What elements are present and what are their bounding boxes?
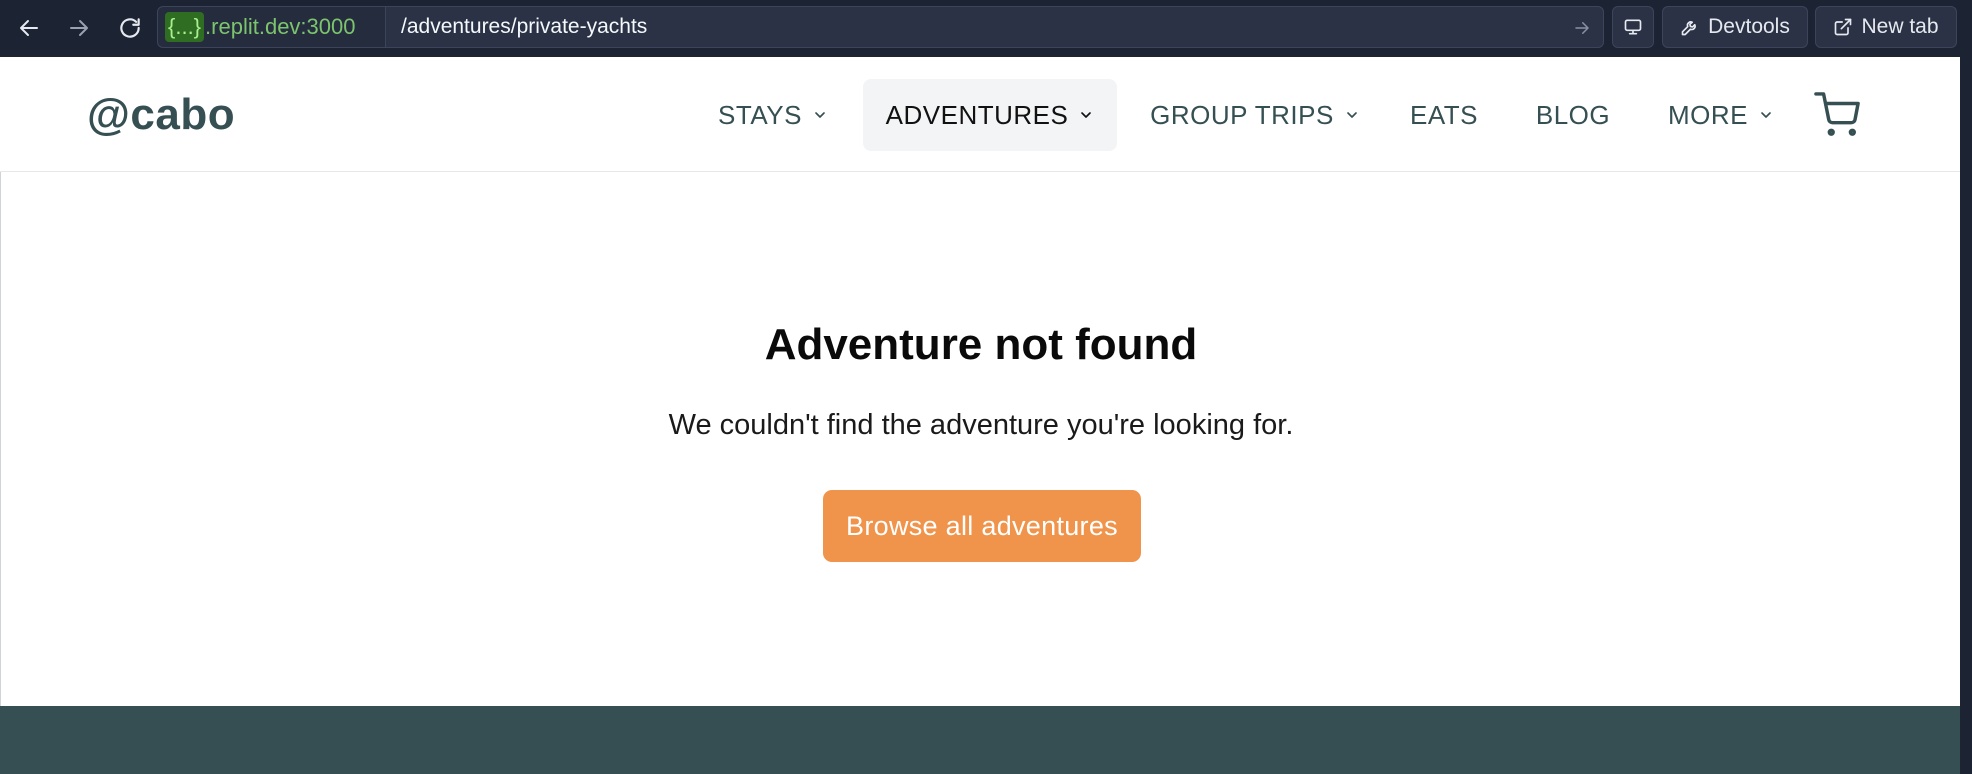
- site-logo[interactable]: @cabo: [87, 90, 235, 140]
- monitor-icon: [1624, 19, 1642, 35]
- page-title: Adventure not found: [764, 320, 1198, 369]
- back-button[interactable]: [9, 8, 49, 48]
- site-footer: [0, 706, 1960, 774]
- url-path[interactable]: /adventures/private-yachts: [401, 7, 647, 47]
- address-bar[interactable]: {...} .replit.dev:3000 /adventures/privat…: [157, 6, 1604, 48]
- forward-arrow-icon: [70, 20, 88, 36]
- nav-group-trips-label: GROUP TRIPS: [1150, 99, 1334, 130]
- nav-stays[interactable]: STAYS: [706, 79, 840, 151]
- nav-blog-label: BLOG: [1535, 99, 1611, 130]
- forward-button[interactable]: [59, 8, 99, 48]
- main-content: Adventure not found We couldn't find the…: [0, 172, 1960, 706]
- reload-icon: [120, 18, 140, 38]
- reload-button[interactable]: [110, 8, 150, 48]
- device-preview-button[interactable]: [1612, 6, 1654, 48]
- cart-button[interactable]: [1814, 92, 1862, 140]
- nav-more[interactable]: MORE: [1664, 79, 1778, 151]
- nav-stays-label: STAYS: [718, 99, 802, 130]
- not-found-message: We couldn't find the adventure you're lo…: [668, 409, 1294, 441]
- nav-eats[interactable]: EATS: [1400, 79, 1488, 151]
- site-header: @cabo STAYS ADVENTURES GROUP TRIPS EATS …: [0, 57, 1960, 172]
- external-link-icon: [1835, 18, 1852, 36]
- new-tab-button[interactable]: New tab: [1815, 6, 1957, 48]
- back-arrow-icon: [20, 20, 38, 36]
- nav-group-trips[interactable]: GROUP TRIPS: [1138, 79, 1372, 151]
- window-edge: [1960, 57, 1972, 774]
- browser-toolbar: {...} .replit.dev:3000 /adventures/privat…: [0, 0, 1972, 57]
- nav-adventures-label: ADVENTURES: [885, 99, 1069, 130]
- shopping-cart-icon: [1814, 92, 1860, 136]
- chevron-down-icon: [1758, 107, 1774, 123]
- nav-adventures[interactable]: ADVENTURES: [863, 79, 1117, 151]
- devtools-label: Devtools: [1708, 15, 1790, 38]
- devtools-button[interactable]: Devtools: [1662, 6, 1808, 48]
- wrench-icon: [1681, 21, 1697, 36]
- nav-blog[interactable]: BLOG: [1530, 79, 1616, 151]
- url-host[interactable]: {...} .replit.dev:3000: [158, 7, 386, 47]
- go-arrow-icon[interactable]: [1573, 19, 1591, 37]
- chevron-down-icon: [812, 107, 828, 123]
- browse-all-adventures-button[interactable]: Browse all adventures: [823, 490, 1141, 562]
- nav-eats-label: EATS: [1410, 99, 1478, 130]
- chevron-down-icon: [1078, 107, 1094, 123]
- chevron-down-icon: [1344, 107, 1360, 123]
- new-tab-label: New tab: [1861, 15, 1939, 38]
- url-host-text: .replit.dev:3000: [205, 14, 356, 39]
- nav-more-label: MORE: [1668, 99, 1748, 130]
- url-host-badge: {...}: [165, 12, 205, 42]
